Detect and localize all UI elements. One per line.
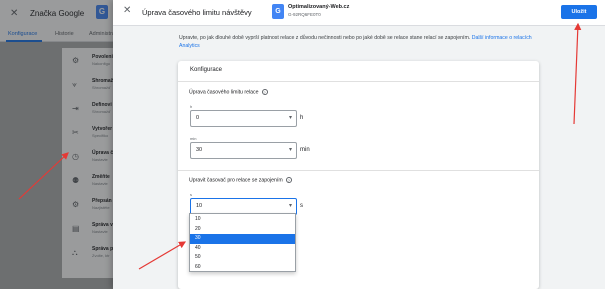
section-divider <box>178 170 539 171</box>
seconds-dropdown-menu: 10 20 30 40 50 60 <box>189 213 296 272</box>
seconds-value: 10 <box>196 203 203 209</box>
hours-unit: h <box>300 115 304 121</box>
description-text: Upravte, po jak dlouhé době vyprší platn… <box>179 35 471 41</box>
hours-value: 0 <box>196 115 200 121</box>
help-icon[interactable]: ? <box>285 177 292 183</box>
engaged-section-title: Upravit časovač pro relace se zapojením? <box>189 177 292 183</box>
seconds-label: s <box>190 192 192 197</box>
dropdown-option[interactable]: 10 <box>190 215 295 225</box>
chevron-down-icon: ▾ <box>288 115 292 121</box>
minutes-unit: min <box>300 147 310 153</box>
close-icon[interactable]: ✕ <box>123 5 131 16</box>
divider <box>178 81 539 82</box>
dropdown-option[interactable]: 60 <box>190 263 295 273</box>
hours-select[interactable]: 0 ▾ <box>190 110 297 127</box>
panel-description: Upravte, po jak dlouhé době vyprší platn… <box>179 34 541 50</box>
scrim-overlay <box>0 0 113 289</box>
minutes-label: min <box>190 136 197 141</box>
seconds-unit: s <box>300 203 303 209</box>
panel-title: Úprava časového limitu návštěvy <box>142 8 252 17</box>
dropdown-option[interactable]: 40 <box>190 244 295 254</box>
card-title: Konfigurace <box>190 67 223 73</box>
account-name: Optimalizovaný-Web.cz <box>288 4 350 10</box>
dropdown-option-selected[interactable]: 30 <box>190 234 295 244</box>
tag-icon: G <box>272 4 284 19</box>
chevron-down-icon: ▾ <box>288 203 292 209</box>
session-timeout-panel: ✕ Úprava časového limitu návštěvy G Opti… <box>113 0 605 289</box>
timeout-section-title: Úprava časového limitu relace? <box>189 89 268 95</box>
hours-label: h <box>190 104 193 109</box>
panel-header: ✕ Úprava časového limitu návštěvy G Opti… <box>113 0 605 26</box>
chevron-down-icon: ▾ <box>288 147 292 153</box>
engaged-section-label: Upravit časovač pro relace se zapojením <box>189 177 283 184</box>
help-icon[interactable]: ? <box>261 89 268 95</box>
dropdown-option[interactable]: 20 <box>190 225 295 235</box>
dropdown-option[interactable]: 50 <box>190 253 295 263</box>
save-button[interactable]: Uložit <box>561 5 597 19</box>
timeout-section-label: Úprava časového limitu relace <box>189 89 259 96</box>
minutes-value: 30 <box>196 147 203 153</box>
account-id: G-92RQ6FE0T0 <box>288 12 321 17</box>
minutes-select[interactable]: 30 ▾ <box>190 142 297 159</box>
